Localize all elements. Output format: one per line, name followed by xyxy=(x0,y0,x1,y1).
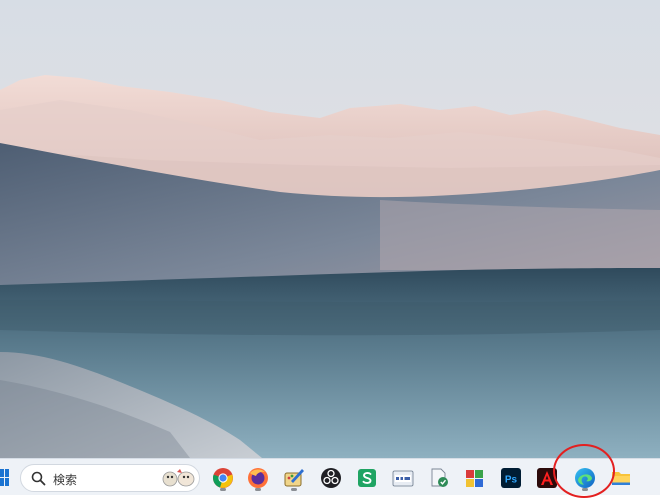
folder-icon xyxy=(612,472,630,485)
running-indicator xyxy=(220,488,226,491)
taskbar-app-photoshop[interactable]: Ps xyxy=(498,464,524,492)
search-highlight-illustration-icon xyxy=(162,469,195,487)
photoshop-icon: Ps xyxy=(501,468,521,488)
edge-icon xyxy=(575,468,595,488)
spreadsheet-s-icon xyxy=(358,469,376,487)
taskbar-app-obs[interactable] xyxy=(318,464,344,492)
taskbar-app-qrc[interactable] xyxy=(390,464,416,492)
search-box[interactable]: 検索 xyxy=(20,464,200,492)
svg-text:Ps: Ps xyxy=(505,475,518,486)
chrome-icon xyxy=(213,468,233,488)
acrobat-icon xyxy=(537,468,557,488)
taskbar-app-acrobat[interactable] xyxy=(534,464,560,492)
taskbar-app-chrome[interactable] xyxy=(210,464,236,492)
taskbar: 検索 Ps xyxy=(0,458,660,495)
taskbar-app-firefox[interactable] xyxy=(245,464,271,492)
running-indicator xyxy=(582,488,588,491)
taskbar-app-spreadsheet[interactable] xyxy=(354,464,380,492)
desktop-wallpaper xyxy=(0,0,660,458)
obs-icon xyxy=(321,468,341,488)
colorful-app-icon xyxy=(466,470,483,487)
search-icon xyxy=(31,471,46,486)
file-tool-icon xyxy=(431,468,448,487)
taskbar-app-colorful[interactable] xyxy=(462,464,488,492)
qrc-icon xyxy=(392,470,414,487)
taskbar-app-file-tool[interactable] xyxy=(426,464,452,492)
start-button[interactable] xyxy=(0,469,10,487)
taskbar-app-paint[interactable] xyxy=(281,464,307,492)
firefox-icon xyxy=(248,468,268,488)
taskbar-app-file-explorer[interactable] xyxy=(608,464,634,492)
search-label: 検索 xyxy=(53,473,78,487)
paint-brush-icon xyxy=(284,469,304,487)
taskbar-app-edge[interactable] xyxy=(572,464,598,492)
running-indicator xyxy=(291,488,297,491)
running-indicator xyxy=(255,488,261,491)
